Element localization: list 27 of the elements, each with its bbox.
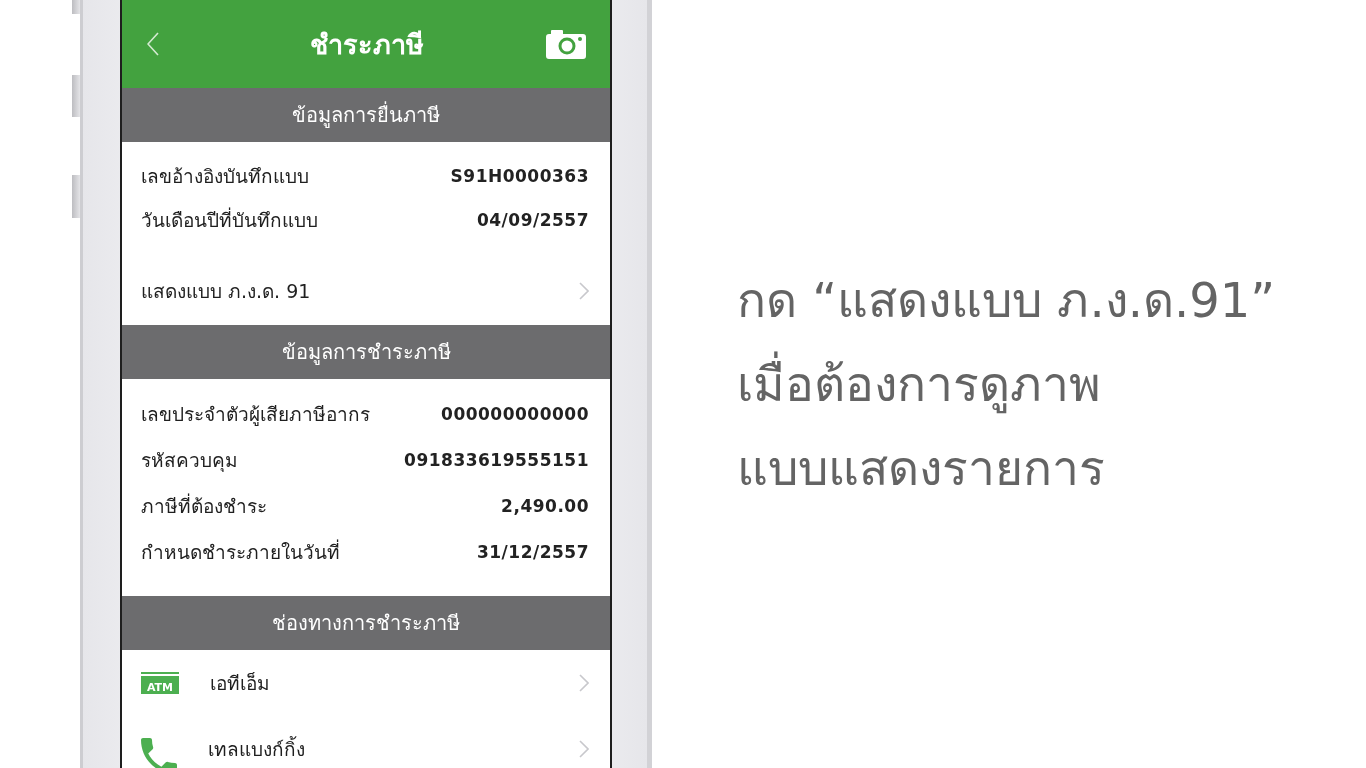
- screen-title: ชำระภาษี: [309, 27, 424, 62]
- payment-option[interactable]: ATM เอทีเอ็ม: [122, 650, 610, 716]
- field-label: ภาษีที่ต้องชำระ: [141, 492, 267, 519]
- section-header: ข้อมูลการยื่นภาษี: [122, 88, 610, 142]
- field-label: เลขประจำตัวผู้เสียภาษีอากร: [141, 402, 370, 428]
- field-label: วันเดือนปีที่บันทึกแบบ: [141, 206, 318, 233]
- field-value: 2,490.00: [501, 496, 589, 516]
- field-value: 000000000000: [441, 404, 589, 424]
- field-value: S91H0000363: [450, 166, 589, 186]
- phone-icon: [141, 738, 177, 768]
- atm-logo: ATM: [141, 672, 179, 694]
- payment-option[interactable]: เทลแบงก์กิ้ง: [122, 716, 610, 768]
- field-value: 091833619555151: [404, 450, 589, 470]
- camera-icon[interactable]: [546, 29, 586, 59]
- chevron-right-icon: [579, 282, 589, 300]
- chevron-right-icon: [579, 740, 589, 758]
- chevron-right-icon: [579, 674, 589, 692]
- section-header: ข้อมูลการชำระภาษี: [122, 325, 610, 379]
- field-value: 31/12/2557: [476, 542, 589, 562]
- field-label: กำหนดชำระภายในวันที่: [141, 538, 340, 565]
- back-icon[interactable]: [147, 32, 159, 56]
- instruction-caption: กด “แสดงแบบ ภ.ง.ด.91” เมื่อต้องการดูภาพ แบบแสดงรายการ: [737, 271, 1276, 498]
- field-value: 04/09/2557: [476, 210, 589, 230]
- list-item[interactable]: แสดงแบบ ภ.ง.ด. 91: [122, 257, 610, 325]
- field-label: รหัสควบคุม: [141, 448, 238, 474]
- section-header: ช่องทางการชำระภาษี: [122, 596, 610, 650]
- field-label: เลขอ้างอิงบันทึกแบบ: [141, 164, 309, 189]
